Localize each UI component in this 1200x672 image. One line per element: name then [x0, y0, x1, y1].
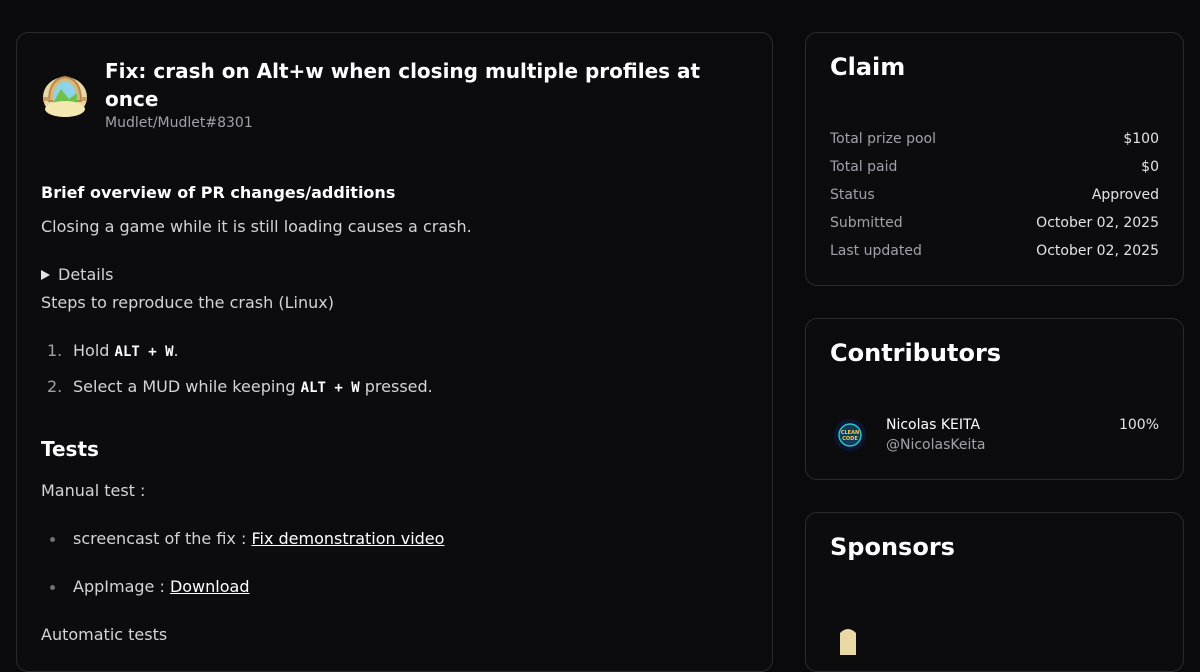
bullet-text: AppImage :: [73, 577, 170, 596]
mudlet-logo-icon: [41, 71, 89, 119]
contributors-card: Contributors CLEAN CODE Nicolas KEITA @N…: [805, 318, 1184, 480]
bullet-icon: [50, 537, 55, 542]
manual-test-label: Manual test :: [41, 481, 146, 500]
bullet-icon: [50, 585, 55, 590]
contributor-share: 100%: [1118, 417, 1159, 433]
details-toggle[interactable]: Details: [41, 265, 113, 284]
list-item: AppImage : Download: [73, 577, 249, 596]
claim-row-label: Total prize pool: [830, 131, 936, 147]
bullet-text: screencast of the fix :: [73, 529, 252, 548]
key-combo: ALT + W: [300, 380, 360, 396]
step-text-end: pressed.: [359, 377, 433, 396]
contributor-name[interactable]: Nicolas KEITA: [886, 417, 980, 433]
steps-intro: Steps to reproduce the crash (Linux): [41, 293, 334, 312]
step-text: Hold: [73, 341, 115, 360]
details-label: Details: [58, 265, 114, 284]
pr-card: Fix: crash on Alt+w when closing multipl…: [16, 32, 773, 672]
claim-row-label: Last updated: [830, 243, 922, 259]
claim-row-label: Submitted: [830, 215, 903, 231]
claim-row-label: Total paid: [830, 159, 898, 175]
appimage-download-link[interactable]: Download: [170, 577, 250, 596]
contributors-title: Contributors: [830, 339, 1002, 367]
total-paid-value: $0: [1141, 159, 1159, 175]
list-item-number: 1.: [47, 341, 63, 360]
clean-code-avatar-icon: CLEAN CODE: [834, 419, 866, 451]
list-item: screencast of the fix : Fix demonstratio…: [73, 529, 444, 548]
sponsors-title: Sponsors: [830, 533, 955, 561]
list-item: Select a MUD while keeping ALT + W press…: [73, 377, 433, 396]
submitted-value: October 02, 2025: [1036, 215, 1159, 231]
step-text: Select a MUD while keeping: [73, 377, 301, 396]
sponsors-card: Sponsors: [805, 512, 1184, 672]
pr-repo-reference[interactable]: Mudlet/Mudlet#8301: [105, 115, 253, 131]
step-text-end: .: [173, 341, 179, 360]
demo-video-link[interactable]: Fix demonstration video: [251, 529, 444, 548]
claim-row-label: Status: [830, 187, 875, 203]
avatar-text-line2: CODE: [842, 436, 858, 442]
list-item-number: 2.: [47, 377, 63, 396]
disclosure-triangle-icon: [41, 269, 50, 280]
claim-card: Claim Total prize pool $100 Total paid $…: [805, 32, 1184, 286]
overview-heading: Brief overview of PR changes/additions: [41, 183, 396, 202]
claim-title: Claim: [830, 53, 906, 81]
key-combo: ALT + W: [114, 344, 174, 360]
avatar[interactable]: CLEAN CODE: [834, 419, 866, 451]
pr-title: Fix: crash on Alt+w when closing multipl…: [105, 59, 701, 111]
last-updated-value: October 02, 2025: [1036, 243, 1159, 259]
list-item: Hold ALT + W.: [73, 341, 179, 360]
tests-heading: Tests: [41, 437, 99, 461]
contributor-handle[interactable]: @NicolasKeita: [886, 437, 985, 453]
overview-text: Closing a game while it is still loading…: [41, 217, 472, 236]
automatic-tests-label: Automatic tests: [41, 625, 168, 644]
total-prize-pool-value: $100: [1123, 131, 1159, 147]
status-value: Approved: [1091, 187, 1159, 203]
